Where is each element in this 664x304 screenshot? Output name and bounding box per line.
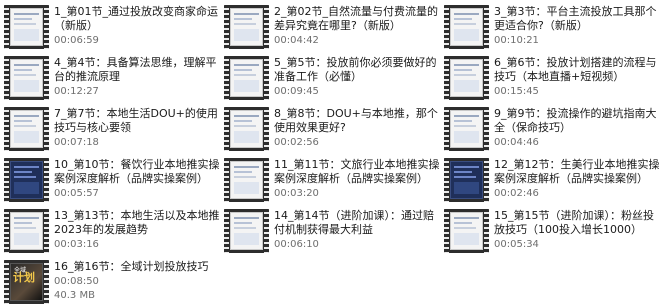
- video-thumbnail: [224, 107, 269, 151]
- file-name: 12_第12节：生美行业本地推实操案例深度解析（品牌实操案例）: [494, 158, 660, 185]
- video-file-item[interactable]: 3_第3节：平台主流投放工具那个更适合你?（新版） 00:10:21: [444, 4, 660, 55]
- video-thumbnail: [4, 5, 49, 49]
- file-grid: 1_第01节_通过投放改变商家命运（新版） 00:06:59 2_第02节_自然流…: [4, 4, 660, 304]
- file-name: 7_第7节：本地生活DOU+的使用技巧与核心要领: [54, 107, 218, 134]
- file-duration: 00:03:20: [274, 188, 319, 199]
- video-file-item[interactable]: 14_第14节（进阶加课）：通过赔付机制获得最大利益 00:06:10: [224, 208, 444, 259]
- file-duration: 00:04:46: [494, 137, 539, 148]
- video-file-item[interactable]: 全域 计划 16_第16节：全域计划投放技巧 00:08:50 40.3 MB: [4, 259, 224, 304]
- file-duration: 00:05:57: [54, 188, 99, 199]
- file-duration: 00:02:46: [494, 188, 539, 199]
- file-name: 4_第4节：具备算法思维，理解平台的推流原理: [54, 56, 217, 83]
- thumbnail-caption: 计划: [13, 271, 35, 284]
- file-duration: 00:02:56: [274, 137, 319, 148]
- video-file-item[interactable]: 2_第02节_自然流量与付费流量的差异究竟在哪里?（新版） 00:04:42: [224, 4, 444, 55]
- video-file-item[interactable]: 7_第7节：本地生活DOU+的使用技巧与核心要领 00:07:18: [4, 106, 224, 157]
- video-thumbnail: [4, 56, 49, 100]
- file-duration: 00:03:16: [54, 239, 99, 250]
- file-duration: 00:09:45: [274, 86, 319, 97]
- file-name: 15_第15节（进阶加课）：粉丝投放技巧（100投入增长1000）: [494, 209, 654, 236]
- video-file-item[interactable]: 6_第6节：投放计划搭建的流程与技巧（本地直播+短视频） 00:15:45: [444, 55, 660, 106]
- video-thumbnail: 全域 计划: [4, 260, 49, 304]
- file-name: 14_第14节（进阶加课）：通过赔付机制获得最大利益: [274, 209, 434, 236]
- video-file-item[interactable]: 15_第15节（进阶加课）：粉丝投放技巧（100投入增长1000） 00:05:3…: [444, 208, 660, 259]
- video-file-item[interactable]: 11_第11节：文旅行业本地推实操案例深度解析（品牌实操案例） 00:03:20: [224, 157, 444, 208]
- file-size: 40.3 MB: [54, 290, 95, 301]
- file-name: 2_第02节_自然流量与付费流量的差异究竟在哪里?（新版）: [274, 5, 438, 32]
- video-thumbnail: [444, 158, 489, 202]
- video-thumbnail: [4, 209, 49, 253]
- file-duration: 00:05:34: [494, 239, 539, 250]
- file-duration: 00:15:45: [494, 86, 539, 97]
- video-file-item[interactable]: 1_第01节_通过投放改变商家命运（新版） 00:06:59: [4, 4, 224, 55]
- video-file-item[interactable]: 5_第5节：投放前你必须要做好的准备工作（必懂） 00:09:45: [224, 55, 444, 106]
- file-name: 11_第11节：文旅行业本地推实操案例深度解析（品牌实操案例）: [274, 158, 440, 185]
- video-file-item[interactable]: 12_第12节：生美行业本地推实操案例深度解析（品牌实操案例） 00:02:46: [444, 157, 660, 208]
- file-duration: 00:12:27: [54, 86, 99, 97]
- video-thumbnail: [224, 158, 269, 202]
- video-file-item[interactable]: 8_第8节：DOU+与本地推，那个使用效果更好? 00:02:56: [224, 106, 444, 157]
- file-name: 8_第8节：DOU+与本地推，那个使用效果更好?: [274, 107, 438, 134]
- video-thumbnail: [224, 56, 269, 100]
- video-thumbnail: [4, 107, 49, 151]
- video-thumbnail: [444, 56, 489, 100]
- file-name: 9_第9节：投流操作的避坑指南大全（保命技巧）: [494, 107, 657, 134]
- video-thumbnail: [444, 5, 489, 49]
- video-thumbnail: [224, 209, 269, 253]
- file-duration: 00:08:50: [54, 276, 99, 287]
- file-name: 5_第5节：投放前你必须要做好的准备工作（必懂）: [274, 56, 437, 83]
- file-duration: 00:06:59: [54, 35, 99, 46]
- file-name: 1_第01节_通过投放改变商家命运（新版）: [54, 5, 218, 32]
- file-duration: 00:06:10: [274, 239, 319, 250]
- video-thumbnail: [224, 5, 269, 49]
- video-thumbnail: [4, 158, 49, 202]
- file-name: 10_第10节：餐饮行业本地推实操案例深度解析（品牌实操案例）: [54, 158, 220, 185]
- video-file-item[interactable]: 10_第10节：餐饮行业本地推实操案例深度解析（品牌实操案例） 00:05:57: [4, 157, 224, 208]
- video-file-item[interactable]: 13_第13节：本地生活以及本地推2023年的发展趋势 00:03:16: [4, 208, 224, 259]
- file-name: 6_第6节：投放计划搭建的流程与技巧（本地直播+短视频）: [494, 56, 657, 83]
- file-duration: 00:07:18: [54, 137, 99, 148]
- video-thumbnail: [444, 209, 489, 253]
- video-file-item[interactable]: 4_第4节：具备算法思维，理解平台的推流原理 00:12:27: [4, 55, 224, 106]
- file-duration: 00:10:21: [494, 35, 539, 46]
- video-thumbnail: [444, 107, 489, 151]
- video-file-item[interactable]: 9_第9节：投流操作的避坑指南大全（保命技巧） 00:04:46: [444, 106, 660, 157]
- file-duration: 00:04:42: [274, 35, 319, 46]
- file-name: 3_第3节：平台主流投放工具那个更适合你?（新版）: [494, 5, 657, 32]
- file-name: 16_第16节：全域计划投放技巧: [54, 260, 209, 273]
- file-name: 13_第13节：本地生活以及本地推2023年的发展趋势: [54, 209, 220, 236]
